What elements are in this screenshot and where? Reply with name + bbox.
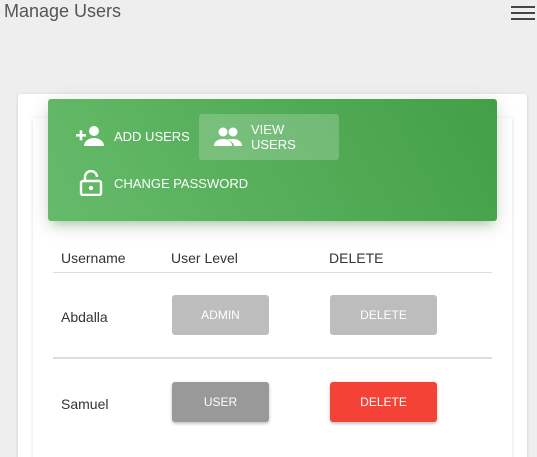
nav-add-users-label: ADD USERS	[114, 128, 190, 144]
hamburger-menu-button[interactable]	[511, 6, 535, 24]
lock-open-icon	[76, 170, 106, 196]
person-add-icon	[76, 124, 106, 148]
user-level-button[interactable]: ADMIN	[172, 295, 269, 335]
nav-view-users-label: VIEW USERS	[251, 122, 296, 152]
header-delete: DELETE	[329, 250, 384, 266]
nav-view-users[interactable]: VIEW USERS	[199, 114, 339, 160]
table-row: Samuel USER DELETE	[53, 360, 492, 446]
page-title: Manage Users	[4, 1, 122, 21]
nav-change-password-label: CHANGE PASSWORD	[114, 175, 249, 191]
header-username: Username	[61, 250, 126, 266]
username-cell: Abdalla	[61, 309, 108, 325]
user-level-button[interactable]: USER	[172, 382, 269, 422]
table-row: Abdalla ADMIN DELETE	[53, 273, 492, 359]
delete-user-button[interactable]: DELETE	[330, 382, 437, 422]
nav-change-password[interactable]: CHANGE PASSWORD	[48, 160, 262, 206]
username-cell: Samuel	[61, 396, 109, 412]
table-header: Username User Level DELETE	[53, 247, 492, 273]
menu-icon	[511, 6, 535, 8]
delete-user-button[interactable]: DELETE	[330, 295, 437, 335]
people-icon	[213, 125, 243, 149]
header-user-level: User Level	[171, 250, 238, 266]
nav-add-users[interactable]: ADD USERS	[48, 113, 204, 159]
